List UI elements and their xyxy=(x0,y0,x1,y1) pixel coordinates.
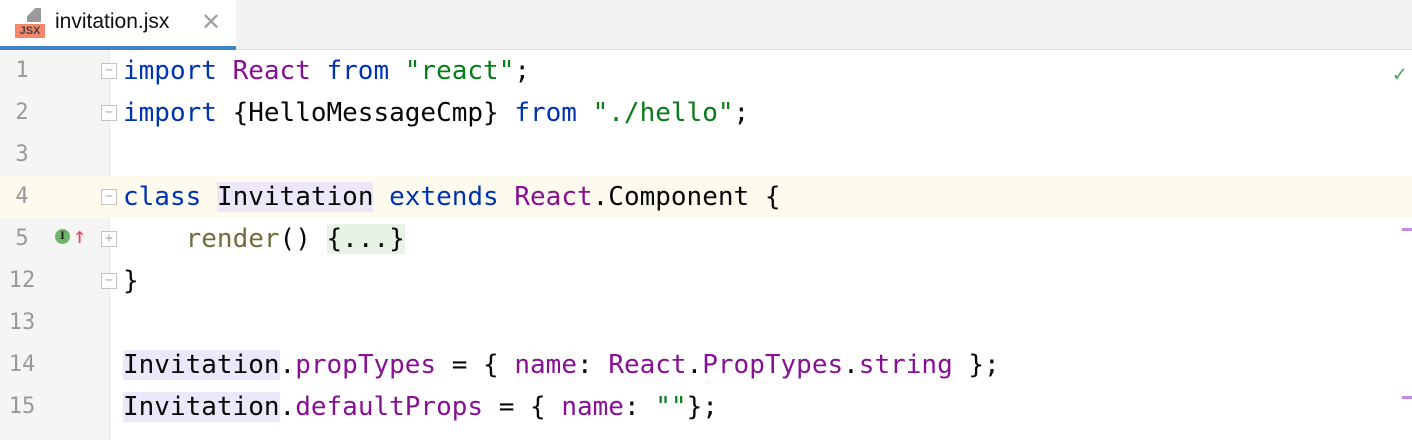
code-token: . xyxy=(279,392,296,422)
tab-invitation-jsx[interactable]: JSX invitation.jsx ✕ xyxy=(0,0,236,50)
jsx-file-icon: JSX xyxy=(15,8,47,38)
code-token: Invitation xyxy=(123,392,280,422)
code-token: render xyxy=(185,224,280,254)
tab-label: invitation.jsx xyxy=(55,10,170,33)
code-text: import {HelloMessageCmp} from "./hello"; xyxy=(123,92,749,134)
error-stripe-mark[interactable] xyxy=(1402,396,1412,399)
code-text: class Invitation extends React.Component… xyxy=(123,176,780,218)
code-token: "./hello" xyxy=(576,98,734,128)
code-token: ; xyxy=(514,56,531,86)
overrides-up-arrow-icon[interactable]: ↑ xyxy=(73,226,86,248)
code-line[interactable]: 1 − import React from "react"; xyxy=(0,50,1412,92)
error-stripe-mark[interactable] xyxy=(1402,228,1412,231)
code-token: : xyxy=(623,392,656,422)
code-token: } xyxy=(123,266,139,296)
code-token: PropTypes xyxy=(702,350,844,380)
code-token: Invitation xyxy=(216,182,374,212)
collapse-fold-icon[interactable]: − xyxy=(101,105,117,121)
code-text: render() {...} xyxy=(123,218,405,260)
code-line[interactable]: 14 Invitation.propTypes = { name: React.P… xyxy=(0,344,1412,386)
code-line[interactable]: 12 −} xyxy=(0,260,1412,302)
line-number: 4 xyxy=(15,184,29,209)
line-number: 14 xyxy=(8,352,36,377)
code-line[interactable]: 4 − class Invitation extends React.Compone… xyxy=(0,176,1412,218)
code-token: . xyxy=(686,350,703,380)
code-line[interactable]: 5 + I ↑ render() {...} xyxy=(0,218,1412,260)
implements-method-icon[interactable]: I xyxy=(55,229,70,244)
close-icon[interactable]: ✕ xyxy=(201,8,221,37)
code-token: }; xyxy=(686,392,718,422)
code-token: . xyxy=(279,350,296,380)
folded-code-block[interactable]: {...} xyxy=(326,224,405,254)
code-token: React xyxy=(216,56,311,86)
line-number: 1 xyxy=(15,58,29,83)
code-text: import React from "react"; xyxy=(123,50,530,92)
code-line[interactable]: 15 Invitation.defaultProps = { name: ""}; xyxy=(0,386,1412,428)
code-line[interactable]: 3 xyxy=(0,134,1412,176)
code-token: () xyxy=(279,224,327,254)
code-token: React xyxy=(498,182,593,212)
line-number: 13 xyxy=(8,310,36,335)
code-token: import xyxy=(123,98,217,128)
code-token: class xyxy=(123,182,202,212)
code-token: "" xyxy=(655,392,687,422)
code-token: Invitation xyxy=(123,350,280,380)
collapse-fold-icon[interactable]: − xyxy=(101,273,117,289)
code-token: name xyxy=(561,392,624,422)
code-token: propTypes xyxy=(295,350,437,380)
code-line[interactable]: 2 − import {HelloMessageCmp} from "./hello… xyxy=(0,92,1412,134)
code-text: Invitation.propTypes = { name: React.Pro… xyxy=(123,344,1000,386)
collapse-fold-icon[interactable]: − xyxy=(101,189,117,205)
code-token: React xyxy=(608,350,687,380)
code-text: Invitation.defaultProps = { name: ""}; xyxy=(123,386,718,428)
code-line[interactable]: 13 xyxy=(0,302,1412,344)
expand-fold-icon[interactable]: + xyxy=(101,231,117,247)
line-number: 15 xyxy=(8,394,36,419)
code-token: = { xyxy=(436,350,515,380)
no-problems-check-icon[interactable]: ✓ xyxy=(1393,62,1406,87)
code-token: name xyxy=(514,350,577,380)
code-token: "react" xyxy=(389,56,515,86)
code-token: . xyxy=(843,350,859,380)
code-token: {HelloMessageCmp} xyxy=(216,98,499,128)
code-token: : xyxy=(577,350,609,380)
tab-bar: JSX invitation.jsx ✕ xyxy=(0,0,1412,50)
code-token: from xyxy=(498,98,577,128)
code-text: } xyxy=(123,260,139,302)
jsx-icon-label: JSX xyxy=(15,24,45,38)
line-number: 5 xyxy=(15,226,29,251)
code-token: }; xyxy=(952,350,1000,380)
code-token: from xyxy=(310,56,390,86)
collapse-fold-icon[interactable]: − xyxy=(101,63,117,79)
line-number: 12 xyxy=(8,268,36,293)
code-token: string xyxy=(858,350,953,380)
line-number: 2 xyxy=(15,100,29,125)
code-token: .Component { xyxy=(592,182,781,212)
code-token: defaultProps xyxy=(295,392,484,422)
code-token: = { xyxy=(483,392,562,422)
code-token: extends xyxy=(373,182,499,212)
code-token: ; xyxy=(733,98,750,128)
line-number: 3 xyxy=(15,142,29,167)
code-token: import xyxy=(123,56,217,86)
